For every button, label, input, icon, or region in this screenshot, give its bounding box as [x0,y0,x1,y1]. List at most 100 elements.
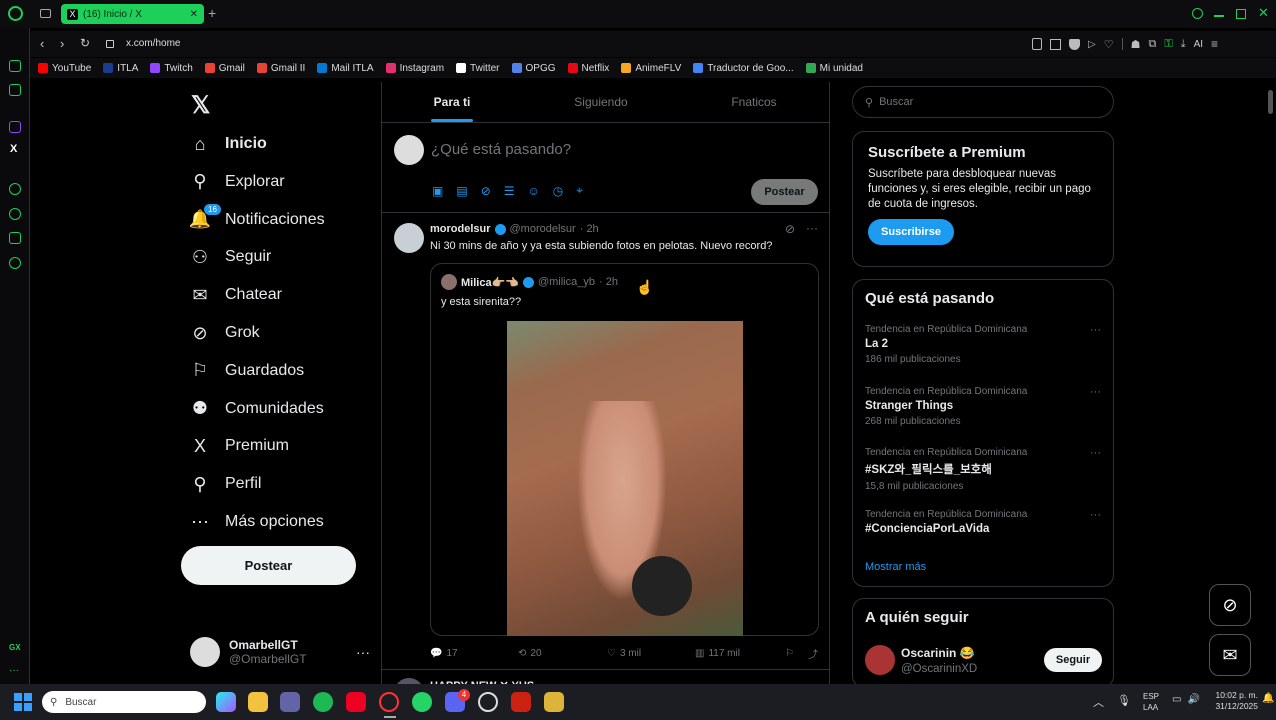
active-tab[interactable]: X (16) Inicio / X ✕ [61,4,204,24]
tweet-time[interactable]: · 2h [580,223,599,235]
show-more-link[interactable]: Mostrar más [865,561,926,573]
system-tray-icons[interactable]: ▭ 🔊 [1172,694,1200,705]
opera-gx-icon[interactable] [379,692,399,712]
grok-float-button[interactable]: ⊘ [1209,584,1251,626]
vpn-icon[interactable]: ⚿ [1164,38,1172,51]
menu-icon[interactable]: ≡ [1211,37,1218,51]
twitch-icon[interactable] [9,121,21,133]
notifications-bell-icon[interactable]: 🔔 [1262,693,1274,704]
like-button[interactable]: ♡ 3 mil [607,648,695,659]
history-icon[interactable] [9,208,21,220]
copilot-icon[interactable] [216,692,236,712]
bookmark-icon[interactable]: ⚐ [785,648,794,659]
close-window-button[interactable]: ✕ [1258,5,1269,21]
views-button[interactable]: ▥ 117 mil [695,648,785,659]
suggested-handle[interactable]: @OscarininXD [901,663,977,675]
trend-more-icon[interactable]: ··· [1090,324,1101,336]
opera-gx-logo-icon[interactable] [8,6,23,21]
extensions-icon[interactable]: ⧉ [1148,38,1156,51]
heart-icon[interactable]: ♡ [1104,38,1114,51]
bookmark-item[interactable]: Netflix [567,63,609,74]
bookmark-item[interactable]: ITLA [103,63,138,74]
trend-item[interactable]: Tendencia en República Dominicana Strange… [865,386,1101,427]
nav-item-perfil[interactable]: ⚲ Perfil [190,468,261,500]
nav-item-comunidades[interactable]: ⚉ Comunidades [190,393,324,425]
tweet-avatar[interactable] [394,223,424,253]
grok-icon[interactable]: ⊘ [481,184,491,198]
download-icon[interactable]: ⤓ [1181,38,1186,51]
tweet-more-icon[interactable]: ··· [806,221,818,235]
shield-icon[interactable] [1069,38,1080,50]
reply-button[interactable]: 💬 17 [430,648,518,659]
gif-icon[interactable]: ▤ [456,184,467,198]
gx-label-icon[interactable]: GX [9,643,21,652]
back-button[interactable]: ‹ [40,36,44,51]
ai-button[interactable]: AI [1194,39,1203,50]
more-icon[interactable]: ··· [356,644,370,660]
scrollbar[interactable] [1268,90,1273,114]
app-icon[interactable] [346,692,366,712]
forward-button[interactable]: › [60,36,64,51]
trend-more-icon[interactable]: ··· [1090,447,1101,459]
poll-icon[interactable]: ☰ [504,184,515,198]
app-icon[interactable] [511,692,531,712]
chevron-up-icon[interactable]: ︿ [1093,694,1104,710]
nav-item-inicio[interactable]: ⌂ Inicio [190,128,267,160]
nav-item-chatear[interactable]: ✉ Chatear [190,279,281,311]
taskbar-search[interactable]: ⚲ Buscar [42,691,206,713]
suggested-name[interactable]: Oscarinin 😂 [901,646,975,660]
new-tab-button[interactable]: + [208,5,216,21]
share-icon[interactable]: ⤴ [808,646,818,661]
trend-item[interactable]: Tendencia en República Dominicana #Concie… [865,509,1101,539]
nav-item-guardados[interactable]: ⚐ Guardados [190,355,304,387]
spotify-icon[interactable] [313,692,333,712]
url-field[interactable]: x.com/home [126,38,180,49]
schedule-icon[interactable]: ◷ [553,184,563,198]
bookmark-item[interactable]: Mail ITLA [317,63,374,74]
tab-para-ti[interactable]: Para ti [434,95,471,109]
bookmark-item[interactable]: Instagram [385,63,444,74]
x-sidebar-icon[interactable]: X [10,143,17,155]
nav-item-explorar[interactable]: ⚲ Explorar [190,166,284,198]
trend-item[interactable]: Tendencia en República Dominicana La 2 186… [865,324,1101,365]
chatgpt-icon[interactable] [478,692,498,712]
language-indicator[interactable]: ESP LAA [1143,691,1159,713]
media-icon[interactable]: ▣ [432,184,443,198]
search-box[interactable]: ⚲ Buscar [852,86,1114,118]
messages-float-button[interactable]: ✉ [1209,634,1251,676]
bookmark-item[interactable]: Twitch [150,63,193,74]
clock[interactable]: 10:02 p. m. 31/12/2025 [1212,690,1258,712]
nav-item-grok[interactable]: ⊘ Grok [190,317,259,349]
gx-mod-icon[interactable] [9,84,21,96]
subscribe-button[interactable]: Suscribirse [868,219,954,245]
minimize-button[interactable] [1214,15,1224,17]
bookmark-item[interactable]: AnimeFLV [621,63,681,74]
trend-item[interactable]: Tendencia en República Dominicana #SKZ와_필… [865,447,1101,492]
quoted-tweet[interactable]: Milica👉🏼👈🏼 @milica_yb · 2h y esta sireni… [430,263,819,636]
app-icon[interactable] [544,692,564,712]
account-switcher[interactable]: OmarbellGT @OmarbellGT ··· [190,635,370,669]
search-tabs-icon[interactable] [1192,8,1203,19]
bookmark-item[interactable]: Mi unidad [805,63,863,74]
nav-item-seguir[interactable]: ⚇ Seguir [190,241,271,273]
settings-icon[interactable] [9,257,21,269]
nav-item-más-opciones[interactable]: ⋯ Más opciones [190,506,324,538]
snapshot-icon[interactable] [1050,38,1061,50]
reload-button[interactable]: ↻ [80,36,90,50]
sidebar-more-icon[interactable]: ··· [9,665,19,676]
start-button[interactable] [14,693,32,711]
bookmark-item[interactable]: Gmail [204,63,245,74]
tab-strip-icon[interactable] [40,9,51,18]
tweet-author[interactable]: morodelsur [430,223,491,235]
tab-fnaticos[interactable]: Fnaticos [731,95,776,109]
tab-close-icon[interactable]: ✕ [190,9,198,20]
bookmark-item[interactable]: Traductor de Goo... [693,63,794,74]
composer-post-button[interactable]: Postear [751,179,818,205]
location-icon[interactable]: ⌖ [576,183,583,198]
trend-more-icon[interactable]: ··· [1090,386,1101,398]
microphone-icon[interactable]: 🎙 [1117,694,1131,707]
play-icon[interactable]: ▷ [1088,39,1096,50]
pin-icon[interactable] [1032,38,1042,50]
gx-corner-icon[interactable] [9,60,21,72]
bookmark-item[interactable]: Twitter [456,63,500,74]
